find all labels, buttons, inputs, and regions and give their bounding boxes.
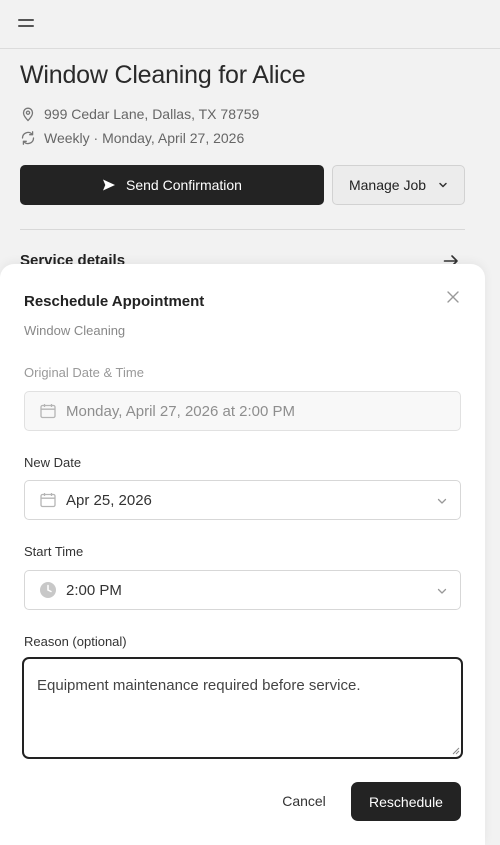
section-divider — [20, 229, 465, 230]
close-icon[interactable] — [444, 288, 462, 306]
chevron-down-icon — [439, 182, 447, 188]
chevron-down-icon — [437, 498, 447, 504]
modal-subtitle: Window Cleaning — [24, 323, 126, 338]
top-bar — [0, 0, 500, 49]
manage-job-button[interactable]: Manage Job — [332, 165, 465, 205]
job-schedule: Weekly · Monday, April 27, 2026 — [44, 130, 245, 146]
app-root: Window Cleaning for Alice 999 Cedar Lane… — [0, 0, 500, 845]
calendar-icon — [39, 491, 57, 509]
chevron-down-icon — [437, 588, 447, 594]
original-date-field: Monday, April 27, 2026 at 2:00 PM — [24, 391, 461, 431]
send-confirmation-button[interactable]: Send Confirmation — [20, 165, 324, 205]
calendar-icon — [39, 402, 57, 420]
reschedule-button[interactable]: Reschedule — [351, 782, 461, 821]
new-date-select[interactable]: Apr 25, 2026 — [24, 480, 461, 520]
new-date-value: Apr 25, 2026 — [66, 491, 152, 509]
reason-label: Reason (optional) — [24, 634, 127, 649]
start-time-select[interactable]: 2:00 PM — [24, 570, 461, 610]
repeat-icon — [21, 131, 35, 145]
manage-job-label: Manage Job — [348, 177, 427, 193]
resize-grip-icon[interactable] — [451, 746, 460, 755]
modal-title: Reschedule Appointment — [24, 293, 205, 310]
clock-icon — [39, 581, 57, 599]
start-time-label: Start Time — [24, 544, 84, 559]
original-date-value: Monday, April 27, 2026 at 2:00 PM — [66, 402, 296, 420]
cancel-button[interactable]: Cancel — [272, 782, 336, 820]
menu-icon[interactable] — [18, 16, 36, 32]
original-date-label: Original Date & Time — [24, 365, 144, 380]
send-icon — [103, 179, 116, 191]
reschedule-sheet: Reschedule Appointment Window Cleaning O… — [0, 264, 485, 845]
job-title: Window Cleaning for Alice — [20, 61, 306, 89]
job-address-row: 999 Cedar Lane, Dallas, TX 78759 — [20, 106, 259, 122]
reason-textarea[interactable]: Equipment maintenance required before se… — [22, 657, 463, 759]
new-date-label: New Date — [24, 455, 82, 470]
map-pin-icon — [22, 107, 34, 122]
job-schedule-row: Weekly · Monday, April 27, 2026 — [20, 130, 244, 146]
job-address: 999 Cedar Lane, Dallas, TX 78759 — [44, 106, 260, 122]
start-time-value: 2:00 PM — [66, 581, 122, 599]
send-confirmation-label: Send Confirmation — [126, 177, 242, 193]
